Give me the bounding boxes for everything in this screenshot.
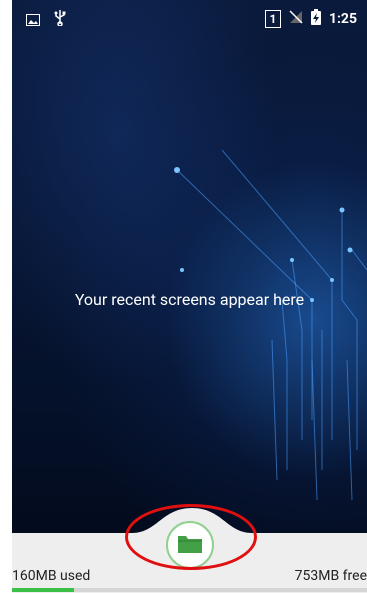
memory-free-label: 753MB free	[294, 568, 367, 584]
usb-icon	[54, 10, 66, 30]
memory-usage-bar	[12, 588, 367, 592]
phone-screen: 1 1:25 Your recent screens appear here 1…	[12, 0, 367, 593]
wallpaper	[12, 0, 367, 533]
memory-used-label: 160MB used	[12, 568, 91, 584]
recents-empty-message: Your recent screens appear here	[74, 290, 305, 309]
sim-slot-indicator: 1	[264, 10, 281, 28]
status-bar: 1 1:25	[12, 0, 367, 40]
no-signal-icon	[289, 10, 303, 28]
image-icon	[26, 11, 40, 30]
highlight-annotation-circle	[125, 504, 257, 570]
circuit-wallpaper-graphic	[174, 149, 367, 501]
memory-usage-fill	[12, 588, 75, 592]
battery-charging-icon	[310, 9, 321, 29]
clock: 1:25	[328, 11, 357, 27]
